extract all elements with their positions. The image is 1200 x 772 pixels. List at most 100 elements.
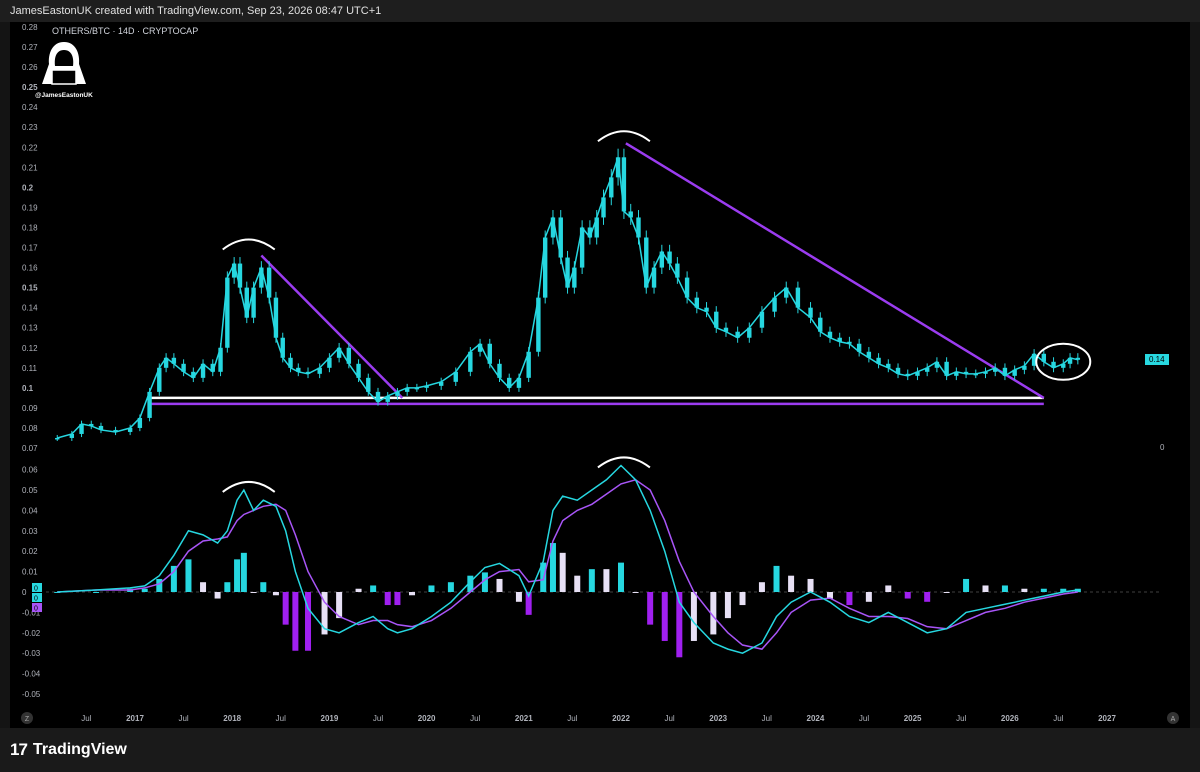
histogram-bar: [384, 592, 391, 606]
price-and-oscillator-chart[interactable]: OTHERS/BTC · 14D · CRYPTOCAP0.280.270.26…: [10, 22, 1190, 728]
price-axis-tick: 0.14: [22, 304, 38, 313]
histogram-bar: [1021, 588, 1028, 592]
price-axis-tick: 0.09: [22, 404, 38, 413]
oscillator-peak-arc-marker: [222, 480, 276, 493]
peak-arc-marker: [597, 130, 651, 143]
price-axis-tick: 0.22: [22, 143, 38, 152]
time-axis-label: Jul: [373, 714, 383, 723]
histogram-bar: [963, 578, 970, 592]
oscillator-axis-tick: 0.05: [22, 486, 38, 495]
price-axis-tick: 0.13: [22, 324, 38, 333]
price-axis-tick: 0.1: [22, 384, 34, 393]
histogram-bar: [447, 582, 454, 592]
footer: 17 TradingView: [0, 728, 1200, 772]
histogram-bar: [260, 582, 267, 592]
hooded-figure-icon: [42, 42, 86, 85]
histogram-bar: [156, 578, 163, 592]
time-axis-label: Jul: [470, 714, 480, 723]
histogram-bar: [788, 575, 795, 592]
histogram-bar: [214, 592, 221, 599]
histogram-bar: [355, 588, 362, 592]
oscillator-axis-tick: -0.02: [22, 629, 41, 638]
oscillator-axis-tick: 0.04: [22, 506, 38, 515]
time-axis-label: 2019: [321, 714, 339, 723]
tradingview-logo[interactable]: 17 TradingView: [10, 740, 127, 760]
price-axis-tick: 0.28: [22, 23, 38, 32]
histogram-bar: [647, 592, 654, 625]
tradingview-mark-icon: 17: [10, 740, 28, 759]
time-axis-label: 2020: [418, 714, 436, 723]
histogram-bar: [559, 552, 566, 592]
histogram-bar: [272, 592, 279, 596]
histogram-bar: [515, 592, 522, 602]
histogram-bar: [807, 578, 814, 592]
price-axis-tick: 0.2: [22, 183, 34, 192]
histogram-bar: [773, 565, 780, 592]
signal-line: [57, 478, 1078, 650]
oscillator-axis-tick: 0: [22, 588, 27, 597]
histogram-bar: [428, 585, 435, 592]
price-axis-tick: 0.11: [22, 364, 38, 373]
histogram-bar: [690, 592, 697, 641]
price-axis-tick: 0.07: [22, 444, 38, 453]
chart-credit-bar: JamesEastonUK created with TradingView.c…: [0, 0, 1200, 22]
price-axis-tick: 0.12: [22, 344, 38, 353]
time-axis-label: Jul: [859, 714, 869, 723]
last-price-label: 0.14: [1145, 354, 1169, 365]
histogram-bar: [904, 592, 911, 599]
histogram-bar: [618, 562, 624, 592]
histogram-bar: [394, 592, 401, 606]
oscillator-value-label: 0: [34, 586, 38, 593]
oscillator-axis-tick: -0.04: [22, 670, 41, 679]
price-axis-tick: 0.08: [22, 424, 38, 433]
oscillator-axis-tick: -0.05: [22, 690, 41, 699]
oscillator-value-label: 0: [34, 596, 38, 603]
histogram-bar: [1001, 585, 1008, 592]
time-axis-label: Jul: [762, 714, 772, 723]
oscillator-axis-tick: 0.06: [22, 466, 38, 475]
watermark-logo: @JamesEastonUK: [34, 38, 94, 102]
histogram-bar: [250, 592, 257, 593]
oscillator-axis-tick: 0.02: [22, 547, 38, 556]
histogram-bar: [758, 582, 765, 592]
oscillator-axis-tick: 0.03: [22, 527, 38, 536]
timezone-toggle-label: Z: [25, 716, 30, 723]
histogram-bar: [282, 592, 289, 625]
oscillator-axis-tick: 0.01: [22, 568, 38, 577]
histogram-bar: [924, 592, 931, 602]
price-axis-tick: 0.18: [22, 223, 38, 232]
histogram-bar: [93, 592, 100, 593]
histogram-bar: [574, 575, 581, 592]
histogram-bar: [632, 592, 639, 593]
histogram-bar: [885, 585, 892, 592]
oscillator-right-zero-label: 0: [1160, 443, 1165, 452]
time-axis-label: 2018: [223, 714, 241, 723]
peak-arc-marker: [222, 238, 276, 251]
time-axis-label: 2024: [807, 714, 825, 723]
time-axis-label: Jul: [276, 714, 286, 723]
price-axis-tick: 0.23: [22, 123, 38, 132]
histogram-bar: [370, 585, 377, 592]
time-axis-label: 2025: [904, 714, 922, 723]
histogram-bar: [496, 578, 503, 592]
trendline: [625, 142, 1045, 399]
time-axis-label: Jul: [567, 714, 577, 723]
histogram-bar: [224, 582, 231, 592]
time-axis-label: 2022: [612, 714, 630, 723]
price-axis-tick: 0.16: [22, 264, 38, 273]
oscillator-axis-tick: -0.03: [22, 649, 41, 658]
price-axis-tick: 0.15: [22, 284, 38, 293]
time-axis-label: 2026: [1001, 714, 1019, 723]
chart-area[interactable]: OTHERS/BTC · 14D · CRYPTOCAP 0.28 0.27 0.26…: [10, 22, 1190, 728]
histogram-bar: [292, 592, 299, 651]
time-axis-label: Jul: [664, 714, 674, 723]
histogram-bar: [982, 585, 989, 592]
histogram-bar: [588, 569, 595, 592]
auto-scale-label: A: [1171, 716, 1176, 723]
histogram-bar: [200, 582, 207, 592]
histogram-bar: [846, 592, 853, 606]
histogram-bar: [234, 559, 241, 592]
time-axis-label: 2021: [515, 714, 533, 723]
price-axis-tick: 0.24: [22, 103, 38, 112]
watermark-handle: @JamesEastonUK: [35, 92, 93, 99]
